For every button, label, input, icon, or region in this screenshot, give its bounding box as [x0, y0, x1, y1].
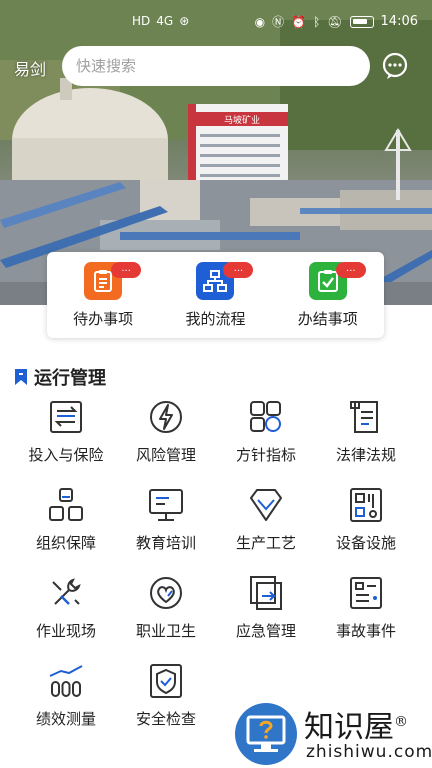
module-label: 作业现场 [35, 622, 96, 640]
app-notification-icon: ⊛ [179, 14, 190, 28]
module-production[interactable]: 生产工艺 [216, 486, 316, 556]
status-right: ◉ Ⓝ ⏰ ᛒ 🔕︎ 14:06 [255, 14, 418, 29]
module-health[interactable]: 职业卫生 [116, 574, 216, 644]
module-organization[interactable]: 组织保障 [16, 486, 116, 556]
search-bar[interactable] [62, 46, 370, 86]
quick-action-my-flow[interactable]: ... 我的流程 [165, 262, 265, 329]
flow-badge: ... [223, 262, 254, 278]
module-policy[interactable]: 方针指标 [216, 398, 316, 468]
eye-icon: ◉ [254, 14, 266, 29]
module-safety-check[interactable]: 安全检查 [116, 662, 216, 732]
quick-action-completed[interactable]: ... 办结事项 [278, 262, 378, 329]
watermark-url: zhishiwu.com [306, 742, 432, 762]
module-label: 方针指标 [235, 446, 296, 464]
mute-icon: 🔕︎ [327, 14, 343, 29]
module-label: 职业卫生 [135, 622, 196, 640]
section-title: 运行管理 [34, 368, 106, 389]
location-selector[interactable]: 易剑 [14, 56, 46, 80]
module-label: 风险管理 [135, 446, 196, 464]
completed-badge: ... [335, 262, 366, 278]
module-training[interactable]: 教育培训 [116, 486, 216, 556]
nfc-icon: Ⓝ [272, 14, 285, 29]
module-grid: 投入与保险 风险管理 方针指标 法律法规 组织保障 教育培训 生产工艺 设备设施… [16, 398, 416, 732]
bookmark-icon [15, 369, 27, 385]
risk-lightning-icon [150, 401, 182, 433]
quick-actions-card: ... 待办事项 ... 我的流程 ... 办结事项 [47, 252, 384, 338]
hd-indicator: HD [132, 14, 151, 28]
module-emergency[interactable]: 应急管理 [216, 574, 316, 644]
bluetooth-icon: ᛒ [313, 14, 321, 29]
search-input[interactable] [76, 57, 370, 75]
module-worksite[interactable]: 作业现场 [16, 574, 116, 644]
organization-icon [49, 488, 83, 521]
help-monitor-icon [235, 703, 297, 765]
production-diamond-icon [250, 489, 282, 521]
quick-action-label: 我的流程 [185, 310, 246, 328]
module-label: 教育培训 [135, 534, 196, 552]
health-heart-icon [150, 577, 182, 609]
top-bar: 易剑 [0, 44, 432, 88]
section-header: 运行管理 [14, 364, 106, 390]
app-home-screen: 马坡矿业 HD 4G ⊛ ◉ Ⓝ ⏰ ᛒ 🔕︎ 14:06 易剑 快速搜索 ..… [0, 0, 432, 768]
performance-chart-icon [49, 665, 83, 697]
incident-list-icon [350, 577, 382, 609]
module-label: 设备设施 [335, 534, 396, 552]
training-monitor-icon [149, 489, 183, 521]
module-label: 法律法规 [335, 446, 396, 464]
module-label: 生产工艺 [235, 534, 296, 552]
module-investment[interactable]: 投入与保险 [16, 398, 116, 468]
battery-icon [349, 15, 374, 28]
module-equipment[interactable]: 设备设施 [316, 486, 416, 556]
emergency-exit-icon [250, 576, 282, 610]
todo-badge: ... [111, 262, 142, 278]
tools-icon [52, 578, 81, 605]
investment-icon [50, 401, 82, 433]
message-icon[interactable] [381, 52, 409, 80]
module-law[interactable]: 法律法规 [316, 398, 416, 468]
status-bar: HD 4G ⊛ ◉ Ⓝ ⏰ ᛒ 🔕︎ 14:06 [0, 0, 432, 46]
module-label: 事故事件 [335, 622, 396, 640]
module-label: 组织保障 [35, 534, 96, 552]
module-label: 绩效测量 [35, 710, 96, 728]
module-risk[interactable]: 风险管理 [116, 398, 216, 468]
module-performance[interactable]: 绩效测量 [16, 662, 116, 732]
policy-indicator-icon [250, 401, 281, 432]
module-label: 安全检查 [135, 710, 196, 728]
building-sign: 马坡矿业 [224, 114, 260, 126]
quick-action-todo[interactable]: ... 待办事项 [53, 262, 153, 329]
quick-action-label: 办结事项 [297, 310, 358, 328]
status-left: HD 4G ⊛ [132, 14, 189, 28]
watermark-logo: 知识屋® zhishiwu.com [234, 700, 432, 768]
equipment-icon [350, 488, 382, 522]
module-incident[interactable]: 事故事件 [316, 574, 416, 644]
module-label: 应急管理 [235, 622, 296, 640]
clock: 14:06 [380, 14, 418, 29]
watermark-brand: 知识屋® [304, 710, 408, 745]
alarm-icon: ⏰ [291, 14, 307, 29]
law-scroll-icon [350, 401, 378, 433]
network-4g-indicator: 4G [156, 14, 174, 28]
quick-action-label: 待办事项 [73, 310, 134, 328]
safety-shield-icon [150, 664, 182, 698]
module-label: 投入与保险 [28, 446, 104, 464]
